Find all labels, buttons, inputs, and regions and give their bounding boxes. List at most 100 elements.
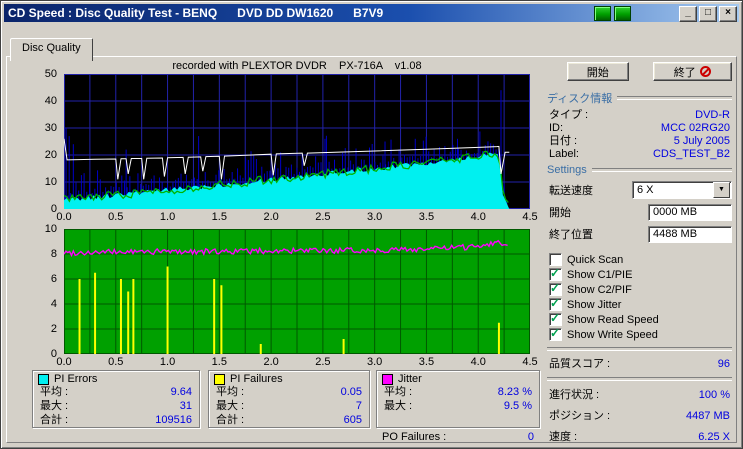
exit-button[interactable]: 終了 [652,62,732,81]
jitter-chart [63,229,530,354]
maximize-button[interactable]: □ [699,6,717,22]
show-c1-pie-row: ✓ Show C1/PIE [549,266,633,281]
disc-info-header: ディスク情報 [547,90,732,106]
jitter-legend-title: Jitter [377,371,539,385]
show-read-speed-checkbox[interactable]: ✓ [549,311,562,326]
y-tick-label: 30 [44,122,57,134]
legend-row: 最大 :31 [40,400,192,412]
action-buttons: 開始 終了 [567,62,732,81]
pi-failures-legend-box: PI Failures 平均 :0.05 最大 :7 合計 :605 [208,370,370,428]
disc-id-row: ID: MCC 02RG20 [549,122,730,134]
speed-select-value: 6 X [637,184,654,196]
app-window: CD Speed : Disc Quality Test - BENQ DVD … [0,0,743,449]
legend-title-text: PI Failures [230,373,283,385]
top-chart-x-axis: 0.0 0.5 1.0 1.5 2.0 2.5 3.0 3.5 4.0 4.5 [56,211,544,223]
close-button[interactable]: × [719,6,737,22]
x-tick-label: 1.0 [159,356,176,368]
tab-disc-quality[interactable]: Disc Quality [10,38,93,61]
divider [547,347,732,351]
quick-scan-row: ✓ Quick Scan [549,252,732,267]
y-tick-label: 20 [44,149,57,161]
show-c2-pif-checkbox[interactable]: ✓ [549,281,562,296]
quick-scan-checkbox[interactable]: ✓ [549,253,562,266]
y-tick-label: 6 [50,273,57,285]
check-icon: ✓ [550,311,561,325]
jitter-chart-x-axis: 0.0 0.5 1.0 1.5 2.0 2.5 3.0 3.5 4.0 4.5 [56,356,544,368]
legend-row: 合計 :109516 [40,414,192,426]
x-tick-label: 0.5 [108,211,124,223]
y-tick-label: 10 [44,223,57,235]
y-tick-label: 40 [44,95,57,107]
x-tick-label: 4.5 [522,211,538,223]
po-failures-row: PO Failures : 0 [382,431,534,443]
main-panel: recorded with PLEXTOR DVDR PX-716A v1.08… [6,56,737,443]
show-write-speed-checkbox[interactable]: ✓ [549,326,562,341]
x-tick-label: 2.0 [263,356,279,368]
window-controls: _ □ × [679,6,737,22]
y-tick-label: 4 [50,298,57,310]
pi-errors-legend-title: PI Errors [33,371,199,385]
pi-errors-swatch-icon [38,373,49,385]
legend-row: 平均 :0.05 [216,386,362,398]
x-tick-label: 3.5 [418,211,435,223]
x-tick-label: 2.5 [315,211,331,223]
start-button[interactable]: 開始 [567,62,629,81]
y-tick-label: 2 [50,323,57,335]
jitter-chart-y-axis: 10 8 6 4 2 0 [34,223,60,360]
panel-content: recorded with PLEXTOR DVDR PX-716A v1.08… [8,58,735,443]
window-title: CD Speed : Disc Quality Test - BENQ DVD … [8,6,384,20]
divider [591,168,732,172]
legend-title-text: PI Errors [54,373,98,385]
y-tick-label: 8 [50,248,57,260]
graph-icon[interactable] [594,6,611,21]
checkbox-group: ✓ Quick Scan ✓ Show C1/PIE ✓ Show C2/PIF… [549,252,732,342]
show-c1-pie-checkbox[interactable]: ✓ [549,266,562,281]
x-tick-label: 3.0 [367,211,383,223]
x-tick-label: 0.0 [56,356,72,368]
end-position-row: 終了位置 4488 MB [547,223,732,245]
x-tick-label: 2.5 [315,356,331,368]
check-icon: ✓ [550,281,561,295]
position-row: ポジション :4487 MB [549,410,730,422]
dropdown-arrow-icon[interactable]: ▼ [713,182,730,198]
end-position-input[interactable]: 4488 MB [648,225,732,243]
titlebar-extra-icons [594,6,631,21]
disc-icon[interactable] [614,6,631,21]
disc-type-row: タイプ : DVD-R [549,109,730,121]
x-tick-label: 1.0 [159,211,176,223]
pi-failures-swatch-icon [214,373,225,385]
x-tick-label: 3.5 [418,356,435,368]
jitter-swatch-icon [382,373,393,385]
x-tick-label: 3.0 [367,356,383,368]
divider [547,377,732,381]
legend-row: 最大 :7 [216,400,362,412]
po-failures-label: PO Failures : [382,431,447,443]
show-write-speed-row: ✓ Show Write Speed [549,326,658,341]
legend-row: 平均 :9.64 [40,386,192,398]
quality-score-value: 96 [717,358,730,370]
pi-failures-legend-title: PI Failures [209,371,369,385]
show-jitter-checkbox[interactable]: ✓ [549,296,562,311]
legend-row: 最大 :9.5 % [384,400,532,412]
show-c2-pif-row: ✓ Show C2/PIF [549,281,632,296]
pi-errors-chart [63,74,530,209]
x-tick-label: 4.0 [470,211,486,223]
start-position-row: 開始 0000 MB [547,201,732,223]
disc-label-row: Label: CDS_TEST_B2 [549,148,730,160]
pi-errors-legend-box: PI Errors 平均 :9.64 最大 :31 合計 :109516 [32,370,200,428]
legend-title-text: Jitter [398,373,422,385]
y-tick-label: 10 [44,176,57,188]
exit-button-label: 終了 [673,66,696,79]
check-icon: ✓ [550,296,561,310]
recorded-with-label: recorded with PLEXTOR DVDR PX-716A v1.08 [172,60,422,72]
po-failures-value: 0 [527,431,534,443]
check-icon: ✓ [550,326,561,340]
x-tick-label: 4.0 [470,356,486,368]
speed-select[interactable]: 6 X ▼ [632,181,732,199]
minimize-button[interactable]: _ [679,6,697,22]
quality-score-row: 品質スコア : 96 [549,358,730,370]
x-tick-label: 1.5 [211,356,227,368]
start-position-input[interactable]: 0000 MB [648,203,732,221]
speed-row: 転送速度 6 X ▼ [547,179,732,201]
y-tick-label: 50 [44,68,57,80]
